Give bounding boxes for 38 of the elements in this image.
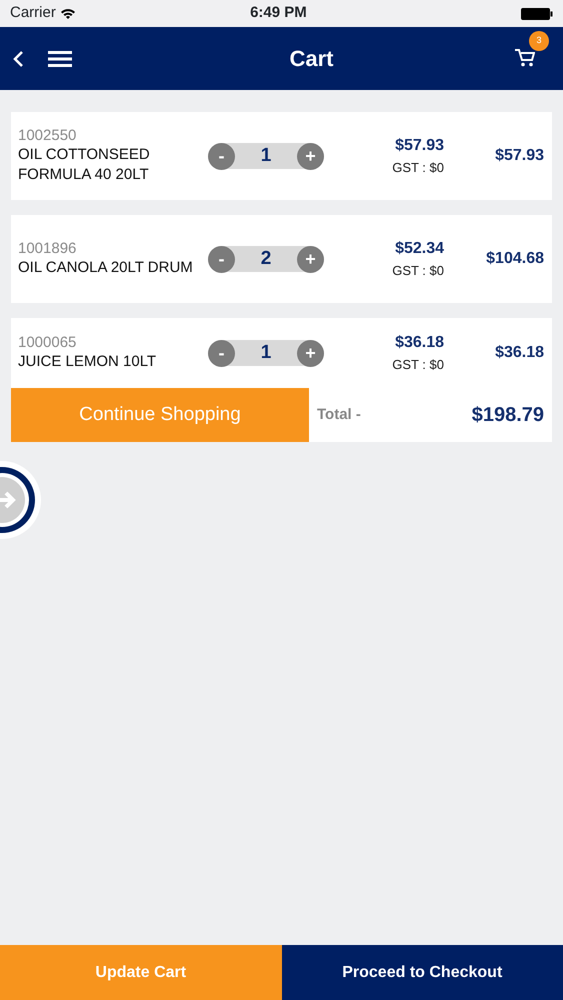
line-total: $104.68 <box>485 249 544 269</box>
unit-price: $57.93 <box>394 136 444 156</box>
update-cart-button[interactable]: Update Cart <box>0 945 282 1000</box>
product-name: OIL COTTONSEED FORMULA 40 20LT <box>18 145 151 185</box>
cart-count-badge: 3 <box>528 30 549 50</box>
decrease-button[interactable]: - <box>208 246 235 272</box>
product-code: 1000065 <box>18 334 78 352</box>
gst-label: GST : $0 <box>391 262 444 280</box>
continue-shopping-button[interactable]: Continue Shopping <box>11 388 309 442</box>
increase-button[interactable]: + <box>296 142 324 170</box>
decrease-button[interactable]: - <box>208 340 235 366</box>
product-code: 1001896 <box>18 240 78 258</box>
cart-icon[interactable] <box>514 49 535 68</box>
total-label: Total - <box>317 404 361 425</box>
product-name: OIL CANOLA 20LT DRUM <box>18 258 194 278</box>
back-icon[interactable] <box>12 50 24 68</box>
increase-button[interactable]: + <box>296 340 324 366</box>
time-label: 6:49 PM <box>250 3 308 24</box>
wifi-icon <box>60 8 76 20</box>
unit-price: $52.34 <box>394 239 444 260</box>
quantity-value: 2 <box>260 246 272 271</box>
decrease-button[interactable]: - <box>208 142 235 170</box>
increase-button[interactable]: + <box>296 246 324 272</box>
battery-icon <box>520 6 553 20</box>
total-amount: $198.79 <box>472 403 544 428</box>
quantity-value: 1 <box>260 144 272 168</box>
gst-label: GST : $0 <box>391 159 444 178</box>
product-name: JUICE LEMON 10LT <box>18 352 158 372</box>
line-total: $57.93 <box>494 146 544 166</box>
unit-price: $36.18 <box>394 333 444 354</box>
gst-label: GST : $0 <box>391 356 444 374</box>
carrier-label: Carrier <box>10 3 56 24</box>
page-title: Cart <box>288 45 334 73</box>
line-total: $36.18 <box>494 343 544 363</box>
product-code: 1002550 <box>18 127 78 145</box>
menu-icon[interactable] <box>48 50 72 68</box>
checkout-button[interactable]: Proceed to Checkout <box>282 945 563 1000</box>
quantity-value: 1 <box>260 340 272 365</box>
